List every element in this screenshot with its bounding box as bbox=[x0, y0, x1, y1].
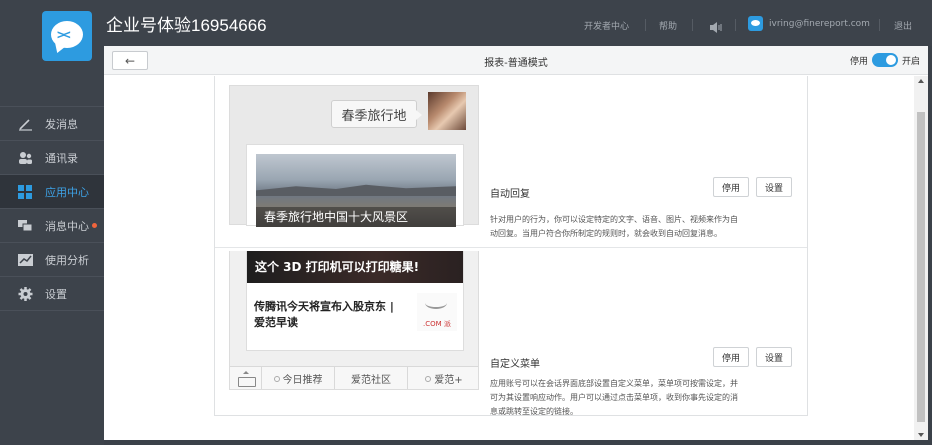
chat-bubble-icon: >< bbox=[51, 21, 83, 48]
custom-menu-bar: 今日推荐 爱范社区 爱范+ bbox=[230, 366, 478, 389]
contacts-icon bbox=[18, 151, 33, 165]
feature-description: 应用账号可以在会话界面底部设置自定义菜单，菜单项可按需设定，并可为其设置响应动作… bbox=[490, 379, 738, 416]
main-panel: ← 报表-普通模式 停用 开启 春季旅行地 春季旅行地中国十大风景区 自动回复 bbox=[104, 46, 928, 440]
sidebar-item-send-message[interactable]: 发消息 bbox=[0, 107, 104, 141]
sidebar: >< 发消息 通讯录 应用中心 消息中心 使用分析 设置 bbox=[0, 0, 104, 445]
menu-item-label: 爱范+ bbox=[434, 375, 463, 386]
sidebar-item-app-center[interactable]: 应用中心 bbox=[0, 175, 104, 209]
content-area: 春季旅行地 春季旅行地中国十大风景区 自动回复 针对用户的行为，你可以设定特定的… bbox=[104, 76, 914, 440]
help-link[interactable]: 帮助 bbox=[659, 19, 677, 32]
sidebar-item-settings[interactable]: 设置 bbox=[0, 277, 104, 311]
settings-button[interactable]: 设置 bbox=[756, 177, 792, 197]
news-caption: 春季旅行地中国十大风景区 bbox=[256, 207, 456, 227]
vertical-scrollbar[interactable] bbox=[914, 76, 928, 440]
disable-button[interactable]: 停用 bbox=[713, 177, 749, 197]
scroll-down-arrow-icon[interactable] bbox=[918, 433, 924, 437]
top-header: 企业号体验16954666 开发者中心 帮助 ivring@finereport… bbox=[104, 0, 932, 46]
header-divider bbox=[735, 19, 736, 31]
sidebar-item-contacts[interactable]: 通讯录 bbox=[0, 141, 104, 175]
sidebar-item-label: 使用分析 bbox=[45, 253, 89, 267]
toolbar-title: 报表-普通模式 bbox=[484, 58, 548, 69]
feature-card: 春季旅行地 春季旅行地中国十大风景区 自动回复 针对用户的行为，你可以设定特定的… bbox=[214, 76, 808, 416]
news-card: 春季旅行地中国十大风景区 bbox=[246, 144, 464, 227]
app-status-toggle-group: 停用 开启 bbox=[850, 53, 920, 67]
feature-title: 自动回复 bbox=[490, 189, 530, 200]
analytics-icon bbox=[18, 253, 33, 267]
scrollbar-thumb[interactable] bbox=[917, 112, 925, 422]
divider bbox=[215, 247, 807, 248]
sidebar-nav: 发消息 通讯录 应用中心 消息中心 使用分析 设置 bbox=[0, 106, 104, 311]
app-logo[interactable]: >< bbox=[42, 11, 92, 61]
satellite-dish-icon bbox=[425, 297, 447, 309]
header-divider bbox=[879, 19, 880, 31]
chat-message-bubble: 春季旅行地 bbox=[331, 100, 422, 128]
feature-description: 针对用户的行为，你可以设定特定的文字、语音、图片、视频来作为自动回复。当用户符合… bbox=[490, 215, 738, 238]
sidebar-item-label: 设置 bbox=[45, 287, 67, 301]
notification-badge bbox=[92, 223, 97, 228]
pencil-icon bbox=[18, 117, 33, 131]
enable-toggle[interactable] bbox=[871, 53, 898, 67]
sidebar-item-analytics[interactable]: 使用分析 bbox=[0, 243, 104, 277]
custom-menu-preview: 这个 3D 打印机可以打印糖果! 传腾讯今天将宣布入股京东 | 爱范早读 .CO… bbox=[229, 251, 479, 390]
logout-link[interactable]: 退出 bbox=[894, 19, 912, 32]
header-divider bbox=[692, 19, 693, 31]
menu-dot-icon bbox=[273, 375, 280, 382]
auto-reply-preview: 春季旅行地 春季旅行地中国十大风景区 bbox=[229, 85, 479, 227]
user-avatar[interactable] bbox=[748, 16, 763, 31]
sidebar-item-label: 发消息 bbox=[45, 117, 78, 131]
settings-button[interactable]: 设置 bbox=[756, 347, 792, 367]
sidebar-item-label: 通讯录 bbox=[45, 151, 78, 165]
menu-item-community[interactable]: 爱范社区 bbox=[335, 367, 408, 389]
menu-item-plus[interactable]: 爱范+ bbox=[408, 367, 478, 389]
disable-label: 停用 bbox=[849, 56, 868, 67]
menu-item-label: 今日推荐 bbox=[282, 375, 323, 386]
gear-icon bbox=[18, 286, 33, 301]
message-icon bbox=[18, 219, 33, 233]
menu-dot-icon bbox=[425, 375, 432, 382]
news-image: 春季旅行地中国十大风景区 bbox=[256, 154, 456, 227]
menu-item-label: 爱范社区 bbox=[351, 375, 391, 386]
toolbar: ← 报表-普通模式 停用 开启 bbox=[104, 46, 928, 75]
article-banner: 这个 3D 打印机可以打印糖果! bbox=[247, 251, 463, 283]
sidebar-item-label: 应用中心 bbox=[45, 185, 89, 199]
article-title: 传腾讯今天将宣布入股京东 | 爱范早读 bbox=[254, 300, 394, 329]
menu-item-today[interactable]: 今日推荐 bbox=[262, 367, 335, 389]
page-title: 企业号体验16954666 bbox=[106, 16, 267, 35]
developer-center-link[interactable]: 开发者中心 bbox=[584, 19, 629, 32]
speaker-icon[interactable] bbox=[710, 18, 724, 33]
header-divider bbox=[645, 19, 646, 31]
disable-button[interactable]: 停用 bbox=[713, 347, 749, 367]
thumbnail-logo-text: .COM 派 bbox=[423, 320, 451, 328]
enable-label: 开启 bbox=[901, 56, 920, 67]
feature-title: 自定义菜单 bbox=[490, 359, 540, 370]
user-email[interactable]: ivring@finereport.com bbox=[769, 19, 870, 29]
great-wall-image bbox=[256, 184, 456, 196]
sender-avatar bbox=[428, 92, 466, 130]
sidebar-item-label: 消息中心 bbox=[45, 219, 89, 233]
apps-icon bbox=[18, 184, 33, 199]
article-thumbnail: .COM 派 bbox=[417, 293, 457, 331]
keyboard-icon[interactable] bbox=[230, 367, 262, 389]
scroll-up-arrow-icon[interactable] bbox=[918, 79, 924, 83]
article-card: 这个 3D 打印机可以打印糖果! 传腾讯今天将宣布入股京东 | 爱范早读 .CO… bbox=[246, 251, 464, 351]
sidebar-item-message-center[interactable]: 消息中心 bbox=[0, 209, 104, 243]
